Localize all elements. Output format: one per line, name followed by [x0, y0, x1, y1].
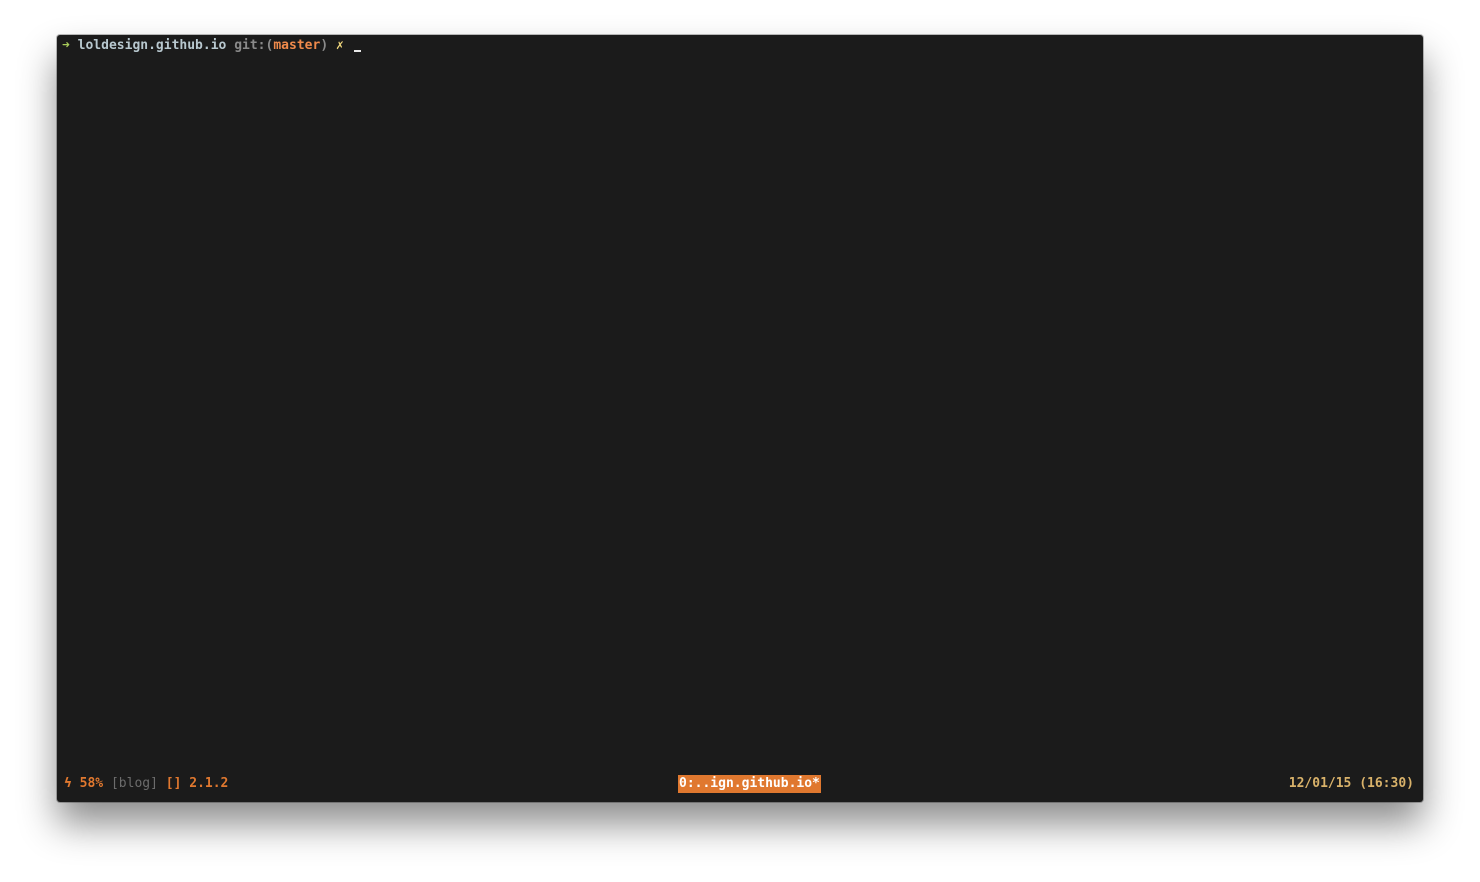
window-tab-label: 0:..ign.github.io*	[679, 776, 820, 791]
git-label: git:	[234, 38, 266, 53]
session-name: [blog]	[110, 776, 158, 791]
text-cursor[interactable]	[353, 50, 361, 52]
status-datetime: 12/01/15 (16:30)	[1288, 776, 1414, 791]
terminal-window[interactable]: ➜ loldesign.github.io git:(master) ✗ ϟ 5…	[57, 35, 1423, 802]
prompt-arrow-icon: ➜	[62, 38, 70, 53]
prompt-line: ➜ loldesign.github.io git:(master) ✗	[62, 37, 361, 55]
battery-percent: 58%	[79, 776, 104, 791]
status-left: ϟ 58% [blog] [] 2.1.2	[64, 775, 228, 793]
paren-close: )	[320, 38, 329, 53]
current-directory: loldesign.github.io	[77, 38, 227, 53]
window-tab[interactable]: 0:..ign.github.io*	[678, 775, 821, 793]
dirty-marker-icon: ✗	[335, 38, 344, 53]
empty-brackets: []	[165, 776, 182, 791]
tmux-statusbar: ϟ 58% [blog] [] 2.1.2 0:..ign.github.io*…	[57, 775, 1423, 793]
git-branch: master	[273, 38, 321, 53]
battery-icon: ϟ	[64, 776, 72, 791]
version-label: 2.1.2	[189, 776, 229, 791]
